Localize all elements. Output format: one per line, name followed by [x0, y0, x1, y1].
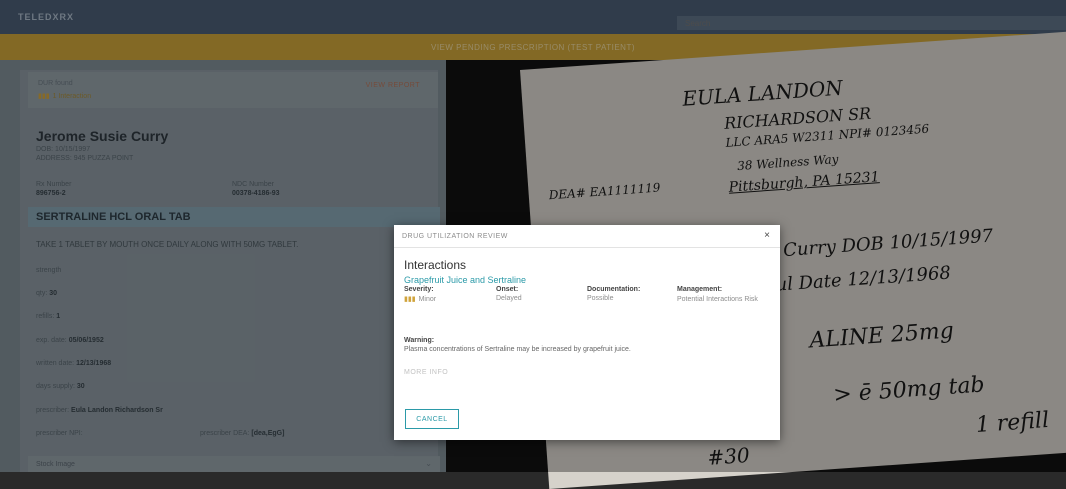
warning-text: Plasma concentrations of Sertraline may … [404, 346, 631, 353]
severity-value: ▮▮▮ Minor [404, 296, 437, 303]
interaction-link[interactable]: Grapefruit Juice and Sertraline [404, 275, 526, 285]
documentation-label: Documentation: [587, 286, 641, 293]
onset-value: Delayed [496, 295, 522, 302]
severity-bars-icon: ▮▮▮ [404, 296, 416, 303]
dur-modal: DRUG UTILIZATION REVIEW × Interactions G… [394, 225, 780, 440]
close-icon[interactable]: × [764, 230, 770, 241]
interactions-heading: Interactions [404, 258, 467, 272]
management-label: Management: [677, 286, 723, 293]
severity-label: Severity: [404, 286, 434, 293]
management-value: Potential Interactions Risk [677, 296, 758, 303]
cancel-button[interactable]: CANCEL [405, 409, 459, 429]
documentation-value: Possible [587, 295, 614, 302]
modal-title: DRUG UTILIZATION REVIEW [402, 233, 508, 240]
onset-label: Onset: [496, 286, 519, 293]
more-info-link[interactable]: MORE INFO [404, 369, 448, 376]
modal-header: DRUG UTILIZATION REVIEW × [394, 225, 780, 248]
warning-label: Warning: [404, 337, 435, 344]
